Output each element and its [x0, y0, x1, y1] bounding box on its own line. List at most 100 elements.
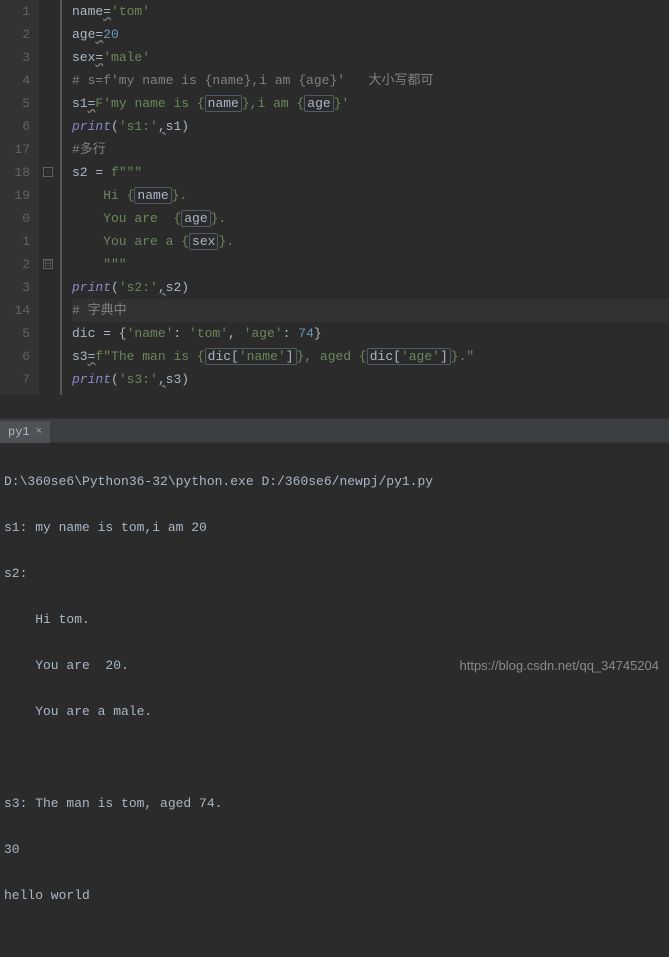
interp-var: age — [181, 210, 210, 227]
comma: , — [158, 280, 166, 295]
code-line[interactable]: You are {age}. — [72, 207, 669, 230]
key: 'name' — [239, 349, 286, 364]
line-number: 1 — [0, 230, 30, 253]
number: 20 — [103, 27, 119, 42]
string: 'tom' — [189, 326, 228, 341]
string: }." — [451, 349, 474, 364]
line-number: 1 — [0, 0, 30, 23]
var: s2 — [166, 280, 182, 295]
expr: dic[ — [370, 349, 401, 364]
close-icon[interactable]: × — [36, 426, 43, 438]
colon: : — [283, 326, 299, 341]
string: Hi { — [72, 188, 134, 203]
var: s1 — [72, 96, 88, 111]
code-line[interactable]: s3=f"The man is {dic['name']}, aged {dic… — [72, 345, 669, 368]
interp-var: name — [134, 187, 171, 204]
fold-minus-icon[interactable]: - — [43, 167, 53, 177]
console-line: s2: — [4, 562, 665, 585]
paren: ) — [181, 280, 189, 295]
code-line[interactable]: print('s2:',s2) — [72, 276, 669, 299]
builtin: print — [72, 119, 111, 134]
spacer — [0, 395, 669, 418]
code-line[interactable]: s1=F'my name is {name},i am {age}' — [72, 92, 669, 115]
fold-gutter: - ⊟ — [38, 0, 60, 395]
string: }. — [172, 188, 188, 203]
builtin: print — [72, 280, 111, 295]
tab-label: py1 — [8, 425, 30, 439]
run-tab[interactable]: py1 × — [0, 421, 50, 443]
expr: ] — [440, 349, 448, 364]
watermark: https://blog.csdn.net/qq_34745204 — [460, 658, 660, 673]
string: }, aged { — [297, 349, 367, 364]
builtin: print — [72, 372, 111, 387]
string: """ — [72, 257, 127, 272]
code-line[interactable]: print('s1:',s1) — [72, 115, 669, 138]
line-number: 18 — [0, 161, 30, 184]
code-editor[interactable]: 1 2 3 4 5 6 17 18 19 0 1 2 3 14 5 6 7 - … — [0, 0, 669, 395]
key: 'name' — [127, 326, 174, 341]
expr: dic[ — [208, 349, 239, 364]
code-area[interactable]: name='tom' age=20 sex='male' # s=f'my na… — [60, 0, 669, 395]
code-line[interactable]: name='tom' — [72, 0, 669, 23]
comma: , — [228, 326, 244, 341]
console-line: D:\360se6\Python36-32\python.exe D:/360s… — [4, 470, 665, 493]
run-panel: py1 × D:\360se6\Python36-32\python.exe D… — [0, 418, 669, 957]
line-number: 2 — [0, 23, 30, 46]
string: },i am { — [242, 96, 304, 111]
code-line[interactable]: #多行 — [72, 138, 669, 161]
string: 's3:' — [119, 372, 158, 387]
string: 'tom' — [111, 4, 150, 19]
fold-close-icon[interactable]: ⊟ — [43, 259, 53, 269]
interp-var: age — [304, 95, 333, 112]
string: }. — [211, 211, 227, 226]
code-line[interactable]: You are a {sex}. — [72, 230, 669, 253]
var: sex — [72, 50, 95, 65]
code-line[interactable]: Hi {name}. — [72, 184, 669, 207]
string: 's2:' — [119, 280, 158, 295]
line-number: 5 — [0, 92, 30, 115]
paren: ) — [181, 372, 189, 387]
op: = — [103, 4, 111, 19]
run-tab-bar: py1 × — [0, 419, 669, 443]
comment: #多行 — [72, 142, 106, 157]
paren: ( — [111, 119, 119, 134]
string: You are a { — [72, 234, 189, 249]
code-line[interactable]: print('s3:',s3) — [72, 368, 669, 391]
string: 's1:' — [119, 119, 158, 134]
line-number: 19 — [0, 184, 30, 207]
comma: , — [158, 372, 166, 387]
brace: } — [314, 326, 322, 341]
code-line[interactable]: s2 = f""" — [72, 161, 669, 184]
var: s3 — [72, 349, 88, 364]
console-line: hello world — [4, 884, 665, 907]
code-line[interactable]: dic = {'name': 'tom', 'age': 74} — [72, 322, 669, 345]
var: s3 — [166, 372, 182, 387]
console-line: s3: The man is tom, aged 74. — [4, 792, 665, 815]
string: 'male' — [103, 50, 150, 65]
interp-var: sex — [189, 233, 218, 250]
line-number: 7 — [0, 368, 30, 391]
line-number: 14 — [0, 299, 30, 322]
var: age — [72, 27, 95, 42]
code-line[interactable]: age=20 — [72, 23, 669, 46]
line-number: 17 — [0, 138, 30, 161]
code-line[interactable]: """ — [72, 253, 669, 276]
assign: s2 = — [72, 165, 111, 180]
string: }. — [218, 234, 234, 249]
line-number: 6 — [0, 345, 30, 368]
line-number: 5 — [0, 322, 30, 345]
console-line: You are a male. — [4, 700, 665, 723]
code-line[interactable]: # s=f'my name is {name},i am {age}' 大小写都… — [72, 69, 669, 92]
key: 'age' — [244, 326, 283, 341]
line-number: 0 — [0, 207, 30, 230]
console-line — [4, 746, 665, 769]
code-line[interactable]: sex='male' — [72, 46, 669, 69]
console-output[interactable]: D:\360se6\Python36-32\python.exe D:/360s… — [0, 443, 669, 957]
console-line: s1: my name is tom,i am 20 — [4, 516, 665, 539]
console-line: 30 — [4, 838, 665, 861]
code-line[interactable]: # 字典中 — [72, 299, 669, 322]
string: "The man is { — [103, 349, 204, 364]
comment: # s=f'my name is {name},i am {age}' 大小写都… — [72, 73, 433, 88]
line-number: 6 — [0, 115, 30, 138]
string: """ — [119, 165, 142, 180]
